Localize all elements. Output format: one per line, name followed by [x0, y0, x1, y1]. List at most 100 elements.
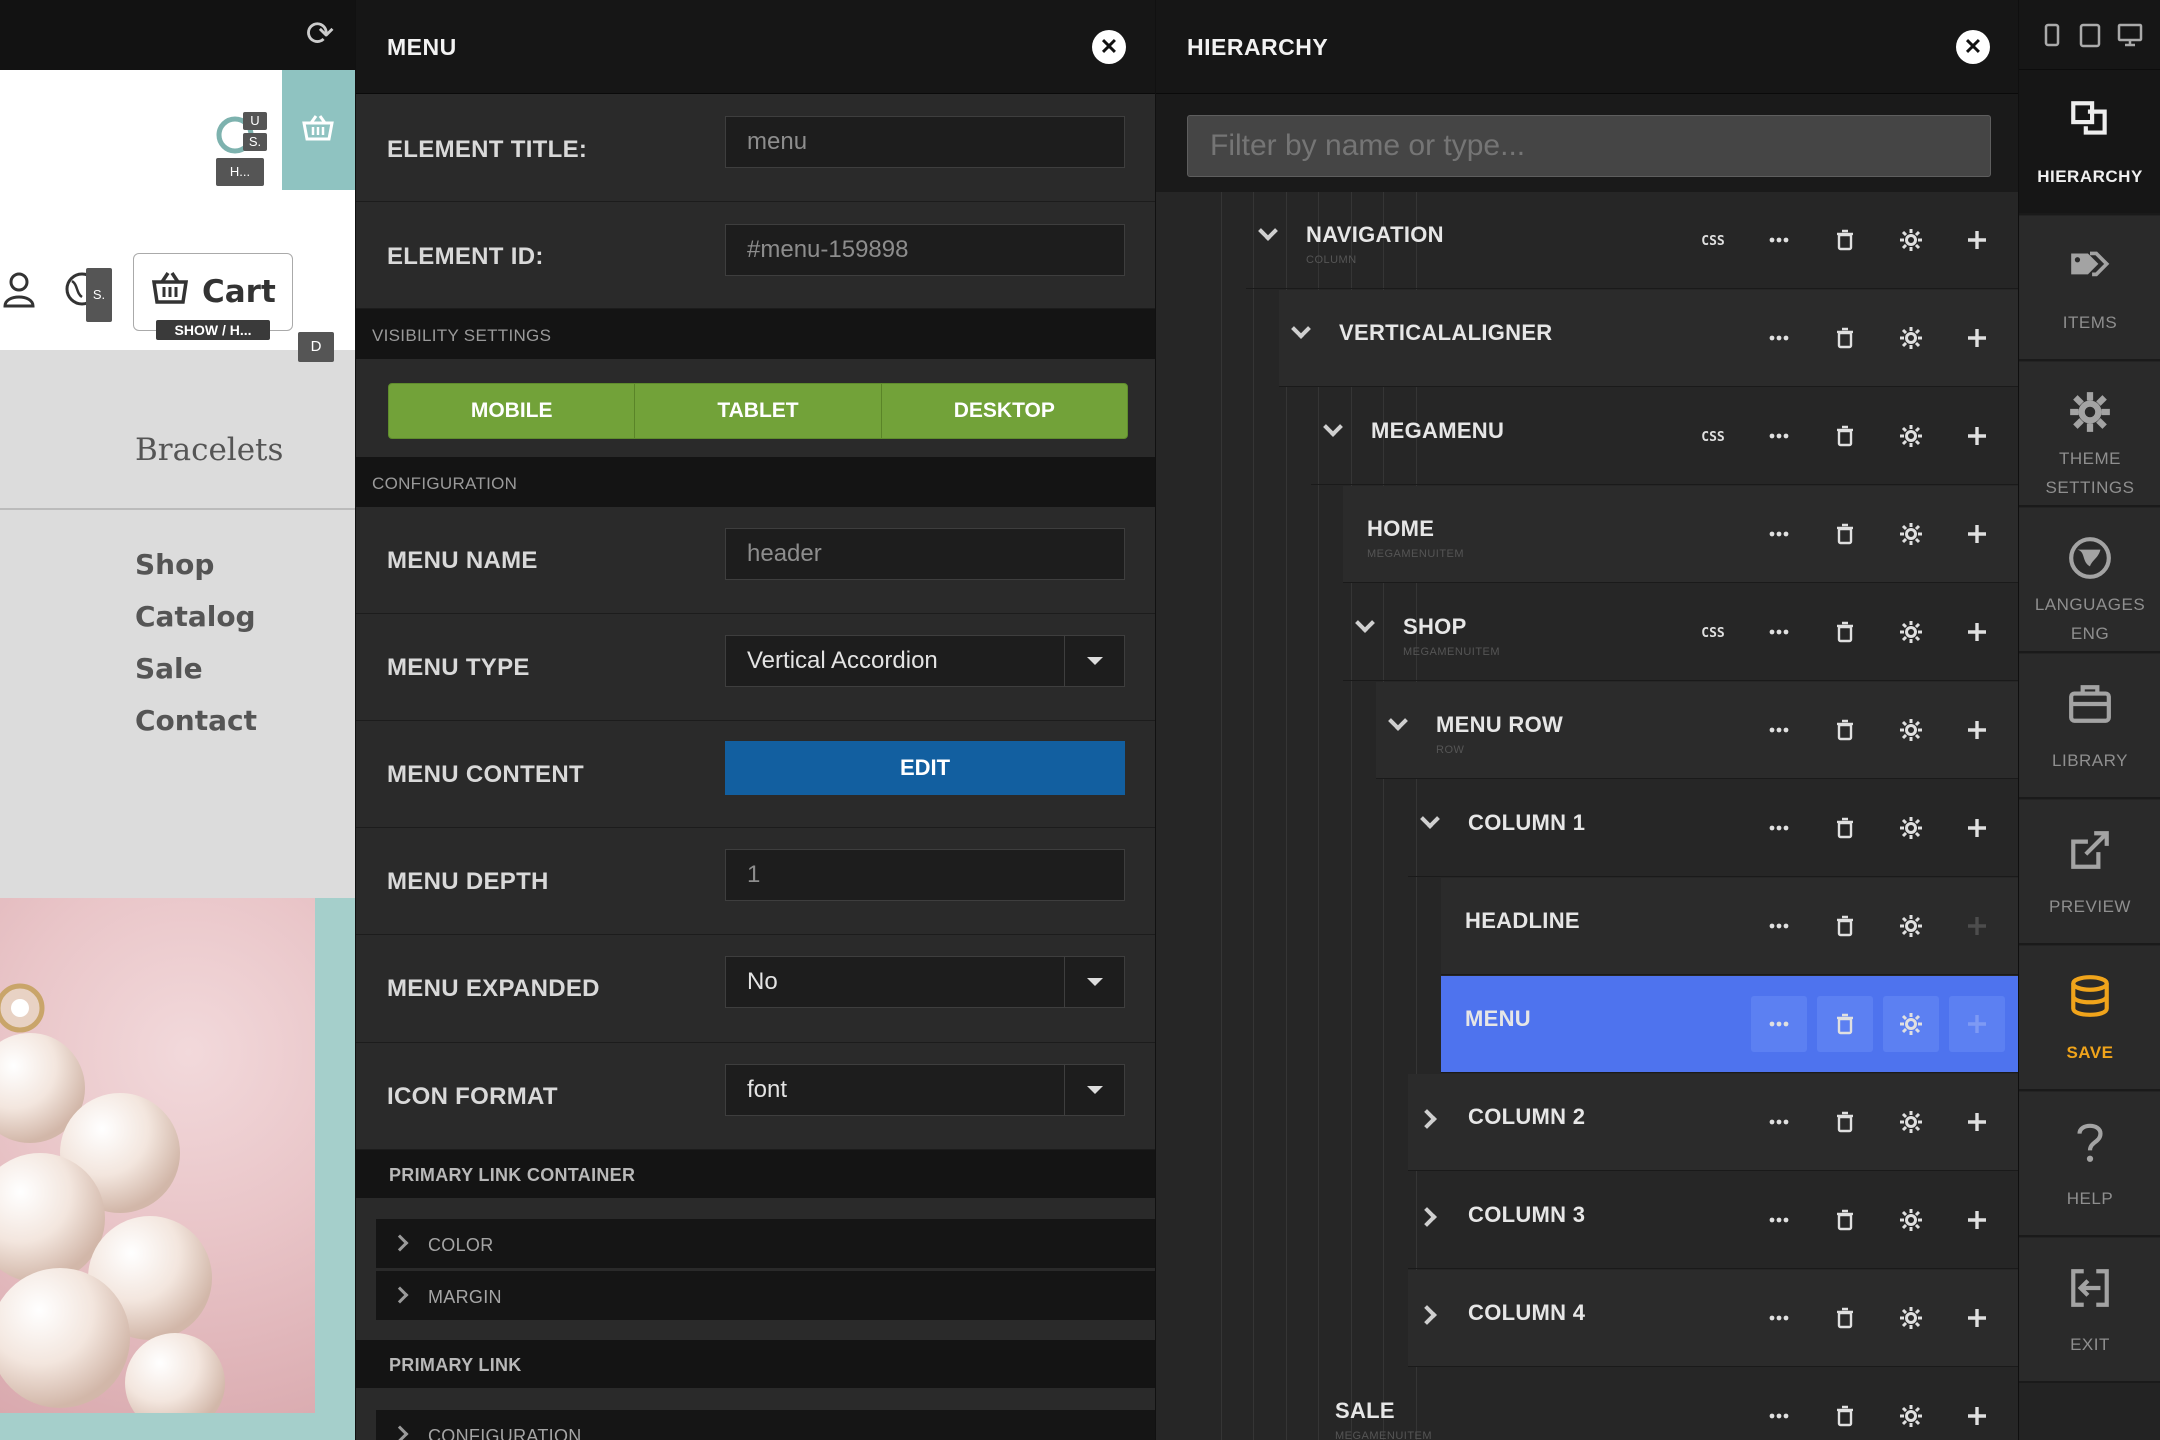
add-child-icon-button[interactable]	[1949, 800, 2005, 856]
more-options-icon-button[interactable]	[1751, 408, 1807, 464]
element-title-input[interactable]: menu	[725, 116, 1125, 168]
gear-icon-button[interactable]	[1883, 1290, 1939, 1346]
menu-name-input[interactable]: header	[725, 528, 1125, 580]
sidebar-item-hierarchy[interactable]: HIERARCHY	[2019, 70, 2160, 215]
tablet-visibility-button[interactable]: TABLET	[635, 384, 882, 438]
sidebar-item-help[interactable]: HELP	[2019, 1092, 2160, 1237]
trash-icon-button[interactable]	[1817, 1192, 1873, 1248]
sidebar-item-items[interactable]: ITEMS	[2019, 216, 2160, 361]
trash-icon-button[interactable]	[1817, 800, 1873, 856]
add-child-icon-button[interactable]	[1949, 310, 2005, 366]
chevron-down-icon[interactable]	[1420, 809, 1440, 829]
chevron-right-icon[interactable]	[1417, 1207, 1437, 1227]
tree-row-column-2[interactable]: COLUMN 2	[1408, 1074, 2018, 1171]
chevron-down-icon[interactable]	[1064, 636, 1124, 686]
gear-icon-button[interactable]	[1883, 212, 1939, 268]
add-child-icon-button[interactable]	[1949, 1388, 2005, 1440]
gear-icon-button[interactable]	[1883, 408, 1939, 464]
more-options-icon-button[interactable]	[1751, 212, 1807, 268]
add-child-icon-button[interactable]	[1949, 408, 2005, 464]
trash-icon-button[interactable]	[1817, 212, 1873, 268]
add-child-icon-button[interactable]	[1949, 1192, 2005, 1248]
menu-type-select[interactable]: Vertical Accordion	[725, 635, 1125, 687]
trash-icon-button[interactable]	[1817, 506, 1873, 562]
user-icon[interactable]	[2, 270, 36, 310]
chevron-down-icon[interactable]	[1258, 221, 1278, 241]
css-icon-button[interactable]: CSS	[1685, 408, 1741, 464]
close-settings-button[interactable]: ✕	[1092, 30, 1126, 64]
gear-icon-button[interactable]	[1883, 310, 1939, 366]
gear-icon-button[interactable]	[1883, 1388, 1939, 1440]
css-icon-button[interactable]: CSS	[1685, 604, 1741, 660]
more-options-icon-button[interactable]	[1751, 1290, 1807, 1346]
add-child-icon-button[interactable]	[1949, 212, 2005, 268]
more-options-icon-button[interactable]	[1751, 800, 1807, 856]
tree-row-column-1[interactable]: COLUMN 1	[1408, 780, 2018, 877]
tree-row-menu[interactable]: MENU	[1441, 976, 2018, 1073]
trash-icon-button[interactable]	[1817, 408, 1873, 464]
add-child-icon-button[interactable]	[1949, 702, 2005, 758]
configuration-subgroup[interactable]: CONFIGURATION	[376, 1410, 1155, 1440]
more-options-icon-button[interactable]	[1751, 996, 1807, 1052]
tree-row-menu-row[interactable]: MENU ROW ROW	[1376, 682, 2018, 779]
add-child-icon-button[interactable]	[1949, 1290, 2005, 1346]
more-options-icon-button[interactable]	[1751, 702, 1807, 758]
chevron-right-icon[interactable]	[1417, 1305, 1437, 1325]
add-child-icon-button[interactable]	[1949, 1094, 2005, 1150]
phone-icon[interactable]	[2039, 22, 2065, 48]
refresh-icon[interactable]: ⟳	[300, 14, 340, 54]
tablet-icon[interactable]	[2077, 22, 2103, 48]
menu-depth-input[interactable]: 1	[725, 849, 1125, 901]
trash-icon-button[interactable]	[1817, 996, 1873, 1052]
sidebar-item-preview[interactable]: PREVIEW	[2019, 800, 2160, 945]
sidebar-item-library[interactable]: LIBRARY	[2019, 654, 2160, 799]
desktop-visibility-button[interactable]: DESKTOP	[882, 384, 1127, 438]
mobile-visibility-button[interactable]: MOBILE	[389, 384, 636, 438]
gear-icon-button[interactable]	[1883, 898, 1939, 954]
hierarchy-filter-input[interactable]	[1187, 115, 1991, 177]
chevron-down-icon[interactable]	[1355, 613, 1375, 633]
sidebar-item-theme[interactable]: THEME SETTINGS	[2019, 362, 2160, 507]
add-child-icon-button[interactable]	[1949, 604, 2005, 660]
trash-icon-button[interactable]	[1817, 604, 1873, 660]
add-child-icon-button[interactable]	[1949, 506, 2005, 562]
cart-button[interactable]: Cart SHOW / H...	[133, 253, 293, 340]
tree-row-verticalaligner[interactable]: VERTICALALIGNER	[1279, 290, 2018, 387]
tree-row-headline[interactable]: HEADLINE	[1441, 878, 2018, 975]
trash-icon-button[interactable]	[1817, 1094, 1873, 1150]
chevron-down-icon[interactable]	[1064, 957, 1124, 1007]
gear-icon-button[interactable]	[1883, 506, 1939, 562]
gear-icon-button[interactable]	[1883, 996, 1939, 1052]
tree-row-column-4[interactable]: COLUMN 4	[1408, 1270, 2018, 1367]
trash-icon-button[interactable]	[1817, 898, 1873, 954]
more-options-icon-button[interactable]	[1751, 506, 1807, 562]
trash-icon-button[interactable]	[1817, 702, 1873, 758]
more-options-icon-button[interactable]	[1751, 310, 1807, 366]
css-icon-button[interactable]: CSS	[1685, 212, 1741, 268]
tree-row-navigation[interactable]: NAVIGATION COLUMN CSS	[1246, 192, 2018, 289]
preview-link-catalog[interactable]: Catalog	[135, 600, 256, 633]
gear-icon-button[interactable]	[1883, 702, 1939, 758]
sidebar-item-exit[interactable]: EXIT	[2019, 1238, 2160, 1383]
more-options-icon-button[interactable]	[1751, 1388, 1807, 1440]
chevron-down-icon[interactable]	[1323, 417, 1343, 437]
close-hierarchy-button[interactable]: ✕	[1956, 30, 1990, 64]
desktop-icon[interactable]	[2117, 22, 2143, 48]
chevron-down-icon[interactable]	[1388, 711, 1408, 731]
preview-link-contact[interactable]: Contact	[135, 704, 257, 737]
icon-format-select[interactable]: font	[725, 1064, 1125, 1116]
tree-row-sale[interactable]: SALE MEGAMENUITEM	[1311, 1368, 2018, 1440]
gear-icon-button[interactable]	[1883, 800, 1939, 856]
chevron-right-icon[interactable]	[1417, 1109, 1437, 1129]
trash-icon-button[interactable]	[1817, 1388, 1873, 1440]
chevron-down-icon[interactable]	[1291, 319, 1311, 339]
color-subgroup[interactable]: COLOR	[376, 1219, 1155, 1269]
gear-icon-button[interactable]	[1883, 604, 1939, 660]
trash-icon-button[interactable]	[1817, 1290, 1873, 1346]
edit-menu-content-button[interactable]: EDIT	[725, 741, 1125, 795]
preview-link-sale[interactable]: Sale	[135, 652, 203, 685]
chevron-down-icon[interactable]	[1064, 1065, 1124, 1115]
tree-row-megamenu[interactable]: MEGAMENU CSS	[1311, 388, 2018, 485]
element-id-input[interactable]: #menu-159898	[725, 224, 1125, 276]
trash-icon-button[interactable]	[1817, 310, 1873, 366]
